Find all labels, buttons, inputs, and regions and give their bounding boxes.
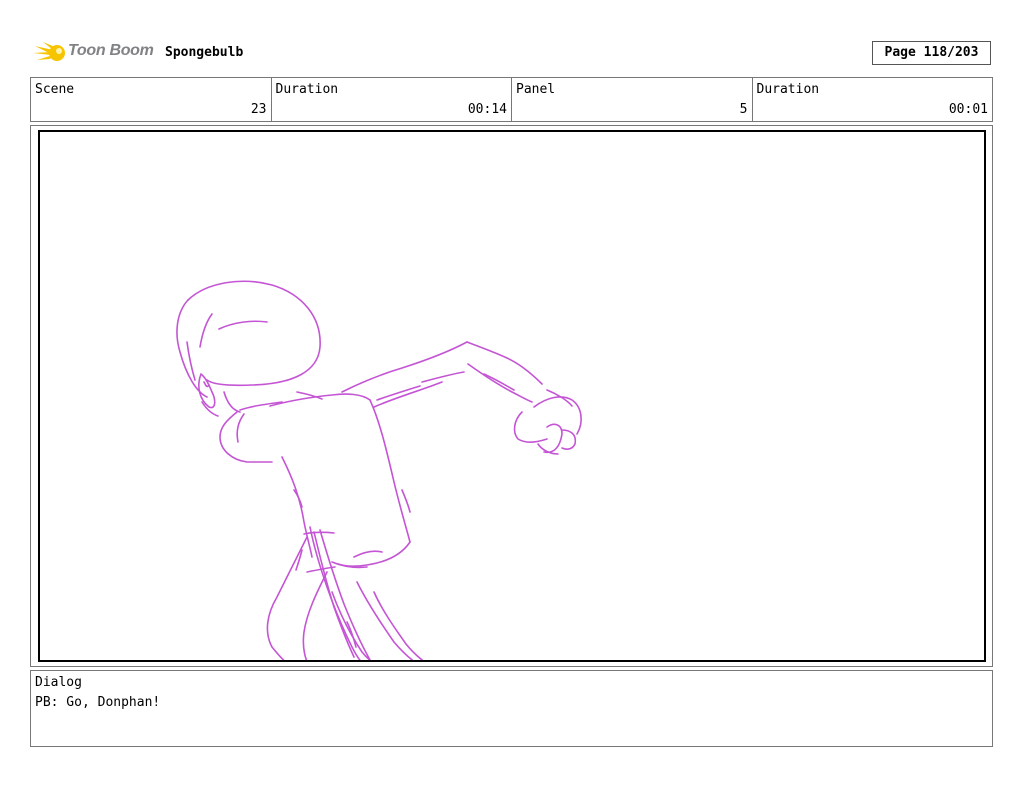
panel-duration-cell: Duration 00:01 (753, 78, 993, 121)
page-indicator: Page 118/203 (872, 41, 991, 65)
dialog-label: Dialog (35, 675, 82, 690)
panel-duration-label: Duration (756, 82, 820, 97)
scene-value: 23 (250, 102, 267, 117)
logo-text: Toon Boom (68, 42, 154, 59)
storyboard-panel (38, 130, 986, 662)
scene-label: Scene (35, 82, 75, 97)
scene-duration-label: Duration (275, 82, 339, 97)
panel-value: 5 (739, 102, 748, 117)
dialog-box: Dialog PB: Go, Donphan! (30, 670, 993, 747)
scene-duration-value: 00:14 (467, 102, 507, 117)
panel-duration-value: 00:01 (948, 102, 988, 117)
scene-duration-cell: Duration 00:14 (272, 78, 512, 121)
panel-cell: Panel 5 (512, 78, 753, 121)
sketch-drawing (176, 280, 582, 660)
project-title: Spongebulb (165, 45, 244, 60)
scene-info-row: Scene 23 Duration 00:14 Panel 5 Duration… (30, 77, 993, 122)
dialog-text: PB: Go, Donphan! (35, 695, 161, 710)
panel-label: Panel (516, 82, 556, 97)
scene-cell: Scene 23 (31, 78, 272, 121)
